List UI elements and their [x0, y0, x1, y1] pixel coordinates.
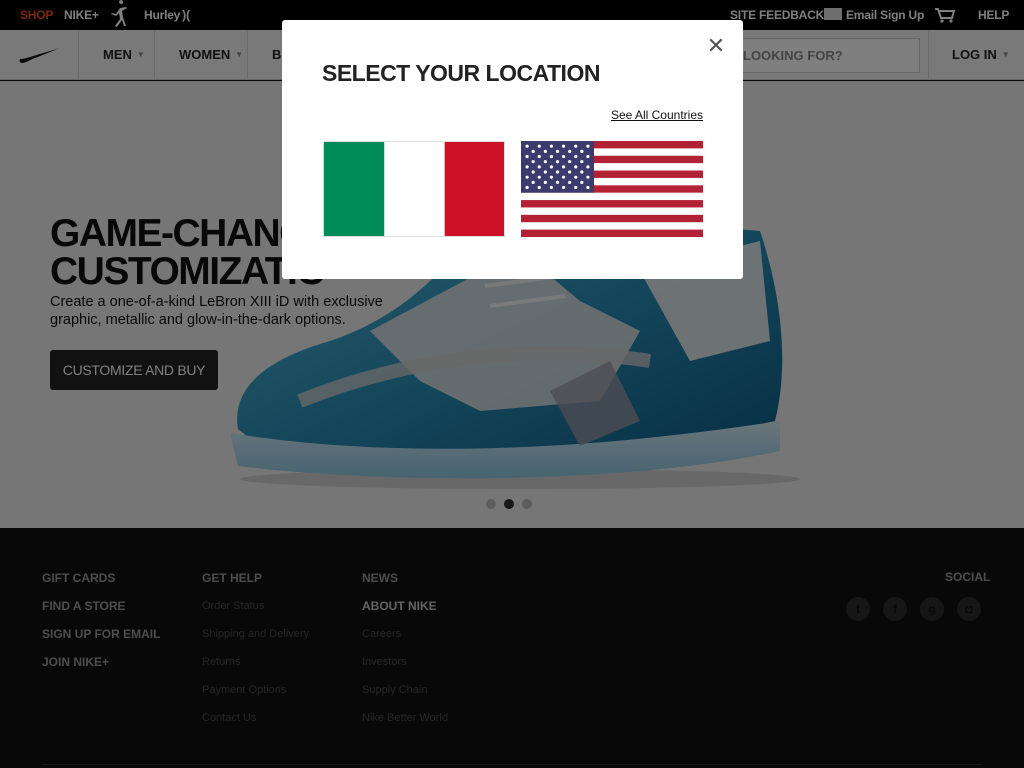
usa-flag-icon[interactable]: [521, 141, 703, 237]
modal-title: SELECT YOUR LOCATION: [322, 60, 600, 86]
see-all-countries-link[interactable]: See All Countries: [611, 108, 703, 122]
close-icon[interactable]: ✕: [706, 35, 726, 57]
location-modal: SELECT YOUR LOCATION ✕ See All Countries: [282, 20, 743, 279]
italy-flag-icon[interactable]: [323, 141, 505, 237]
